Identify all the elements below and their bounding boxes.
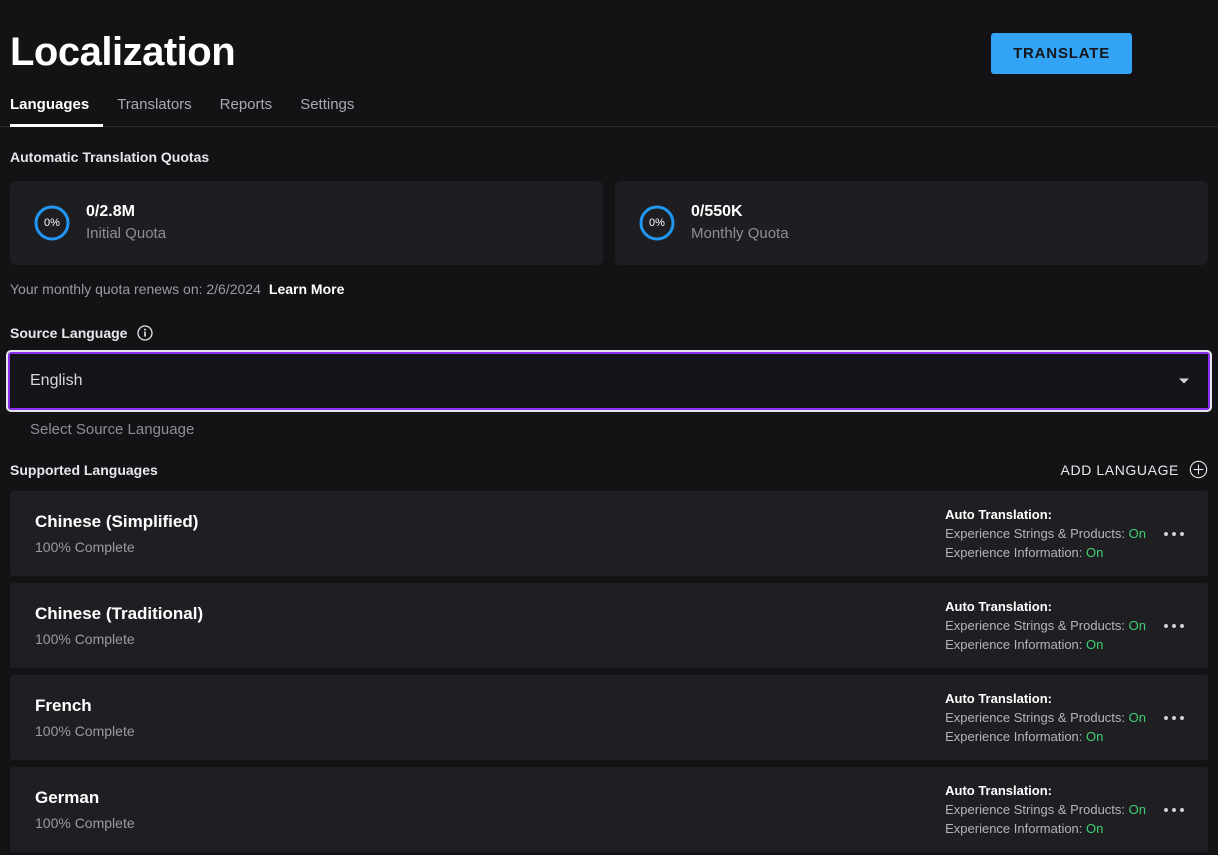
source-language-label: Source Language: [10, 325, 127, 341]
progress-ring-initial: 0%: [34, 205, 70, 241]
quota-card-initial: 0% 0/2.8M Initial Quota: [10, 181, 603, 265]
supported-languages-list: Chinese (Simplified) 100% Complete Auto …: [0, 491, 1218, 855]
auto-translation-title: Auto Translation:: [945, 689, 1146, 708]
experience-information-line: Experience Information: On: [945, 543, 1146, 562]
language-progress: 100% Complete: [35, 536, 198, 558]
source-language-select-wrap: English: [0, 352, 1218, 410]
experience-strings-value: On: [1129, 526, 1146, 541]
tab-bar: Languages Translators Reports Settings: [0, 96, 1218, 127]
language-settings: Auto Translation: Experience Strings & P…: [945, 781, 1192, 838]
table-row[interactable]: German 100% Complete Auto Translation: E…: [10, 767, 1208, 852]
tab-translators[interactable]: Translators: [103, 96, 205, 127]
progress-ring-monthly-label: 0%: [639, 205, 675, 241]
source-language-helper: Select Source Language: [0, 421, 1218, 438]
quota-card-monthly: 0% 0/550K Monthly Quota: [615, 181, 1208, 265]
language-settings: Auto Translation: Experience Strings & P…: [945, 689, 1192, 746]
quota-initial-label: Initial Quota: [86, 223, 166, 245]
ellipsis-icon[interactable]: [1162, 618, 1186, 634]
language-name: Chinese (Simplified): [35, 509, 198, 535]
language-settings: Auto Translation: Experience Strings & P…: [945, 597, 1192, 654]
source-language-select[interactable]: English: [8, 352, 1210, 410]
language-name: German: [35, 785, 135, 811]
experience-strings-line: Experience Strings & Products: On: [945, 524, 1146, 543]
supported-languages-title: Supported Languages: [10, 462, 158, 478]
experience-strings-line: Experience Strings & Products: On: [945, 616, 1146, 635]
chevron-down-icon[interactable]: [1179, 379, 1189, 384]
quota-monthly-text: 0/550K Monthly Quota: [691, 201, 789, 245]
info-icon[interactable]: [137, 325, 153, 341]
quotas-section-label: Automatic Translation Quotas: [0, 149, 1218, 165]
experience-information-value: On: [1086, 637, 1103, 652]
experience-strings-value: On: [1129, 802, 1146, 817]
experience-strings-value: On: [1129, 618, 1146, 633]
language-progress: 100% Complete: [35, 720, 135, 742]
localization-page: Localization TRANSLATE Languages Transla…: [0, 0, 1218, 855]
auto-translation-title: Auto Translation:: [945, 597, 1146, 616]
ellipsis-icon[interactable]: [1162, 526, 1186, 542]
auto-translation-block: Auto Translation: Experience Strings & P…: [945, 781, 1146, 838]
tab-settings[interactable]: Settings: [286, 96, 368, 127]
language-name: French: [35, 693, 135, 719]
supported-languages-header: Supported Languages ADD LANGUAGE: [0, 460, 1218, 479]
source-language-value: English: [30, 372, 82, 390]
tab-languages[interactable]: Languages: [10, 96, 103, 127]
auto-translation-block: Auto Translation: Experience Strings & P…: [945, 689, 1146, 746]
experience-information-line: Experience Information: On: [945, 635, 1146, 654]
learn-more-link[interactable]: Learn More: [269, 281, 344, 297]
language-info: German 100% Complete: [26, 785, 135, 834]
experience-information-value: On: [1086, 821, 1103, 836]
page-header: Localization TRANSLATE: [0, 0, 1218, 76]
quota-renewal-text: Your monthly quota renews on: 2/6/2024: [10, 281, 261, 297]
ellipsis-icon[interactable]: [1162, 802, 1186, 818]
quota-monthly-label: Monthly Quota: [691, 223, 789, 245]
tab-reports[interactable]: Reports: [206, 96, 287, 127]
auto-translation-title: Auto Translation:: [945, 505, 1146, 524]
ellipsis-icon[interactable]: [1162, 710, 1186, 726]
language-info: Chinese (Simplified) 100% Complete: [26, 509, 198, 558]
auto-translation-title: Auto Translation:: [945, 781, 1146, 800]
table-row[interactable]: Chinese (Simplified) 100% Complete Auto …: [10, 491, 1208, 576]
language-name: Chinese (Traditional): [35, 601, 203, 627]
progress-ring-initial-label: 0%: [34, 205, 70, 241]
language-info: Chinese (Traditional) 100% Complete: [26, 601, 203, 650]
quota-renewal-line: Your monthly quota renews on: 2/6/2024 L…: [0, 281, 1218, 297]
add-language-button[interactable]: ADD LANGUAGE: [1061, 460, 1208, 479]
auto-translation-block: Auto Translation: Experience Strings & P…: [945, 505, 1146, 562]
experience-strings-line: Experience Strings & Products: On: [945, 708, 1146, 727]
experience-information-value: On: [1086, 729, 1103, 744]
quota-initial-text: 0/2.8M Initial Quota: [86, 201, 166, 245]
language-settings: Auto Translation: Experience Strings & P…: [945, 505, 1192, 562]
quota-cards: 0% 0/2.8M Initial Quota 0% 0/550K Monthl…: [0, 181, 1218, 265]
progress-ring-monthly: 0%: [639, 205, 675, 241]
plus-circle-icon: [1189, 460, 1208, 479]
source-language-label-row: Source Language: [0, 325, 1218, 341]
experience-information-line: Experience Information: On: [945, 727, 1146, 746]
quota-monthly-amount: 0/550K: [691, 201, 789, 223]
language-info: French 100% Complete: [26, 693, 135, 742]
language-progress: 100% Complete: [35, 628, 203, 650]
quota-initial-amount: 0/2.8M: [86, 201, 166, 223]
table-row[interactable]: Chinese (Traditional) 100% Complete Auto…: [10, 583, 1208, 668]
experience-information-value: On: [1086, 545, 1103, 560]
experience-strings-value: On: [1129, 710, 1146, 725]
experience-information-line: Experience Information: On: [945, 819, 1146, 838]
table-row[interactable]: French 100% Complete Auto Translation: E…: [10, 675, 1208, 760]
auto-translation-block: Auto Translation: Experience Strings & P…: [945, 597, 1146, 654]
language-progress: 100% Complete: [35, 812, 135, 834]
translate-button[interactable]: TRANSLATE: [991, 33, 1132, 74]
add-language-label: ADD LANGUAGE: [1061, 462, 1179, 478]
experience-strings-line: Experience Strings & Products: On: [945, 800, 1146, 819]
